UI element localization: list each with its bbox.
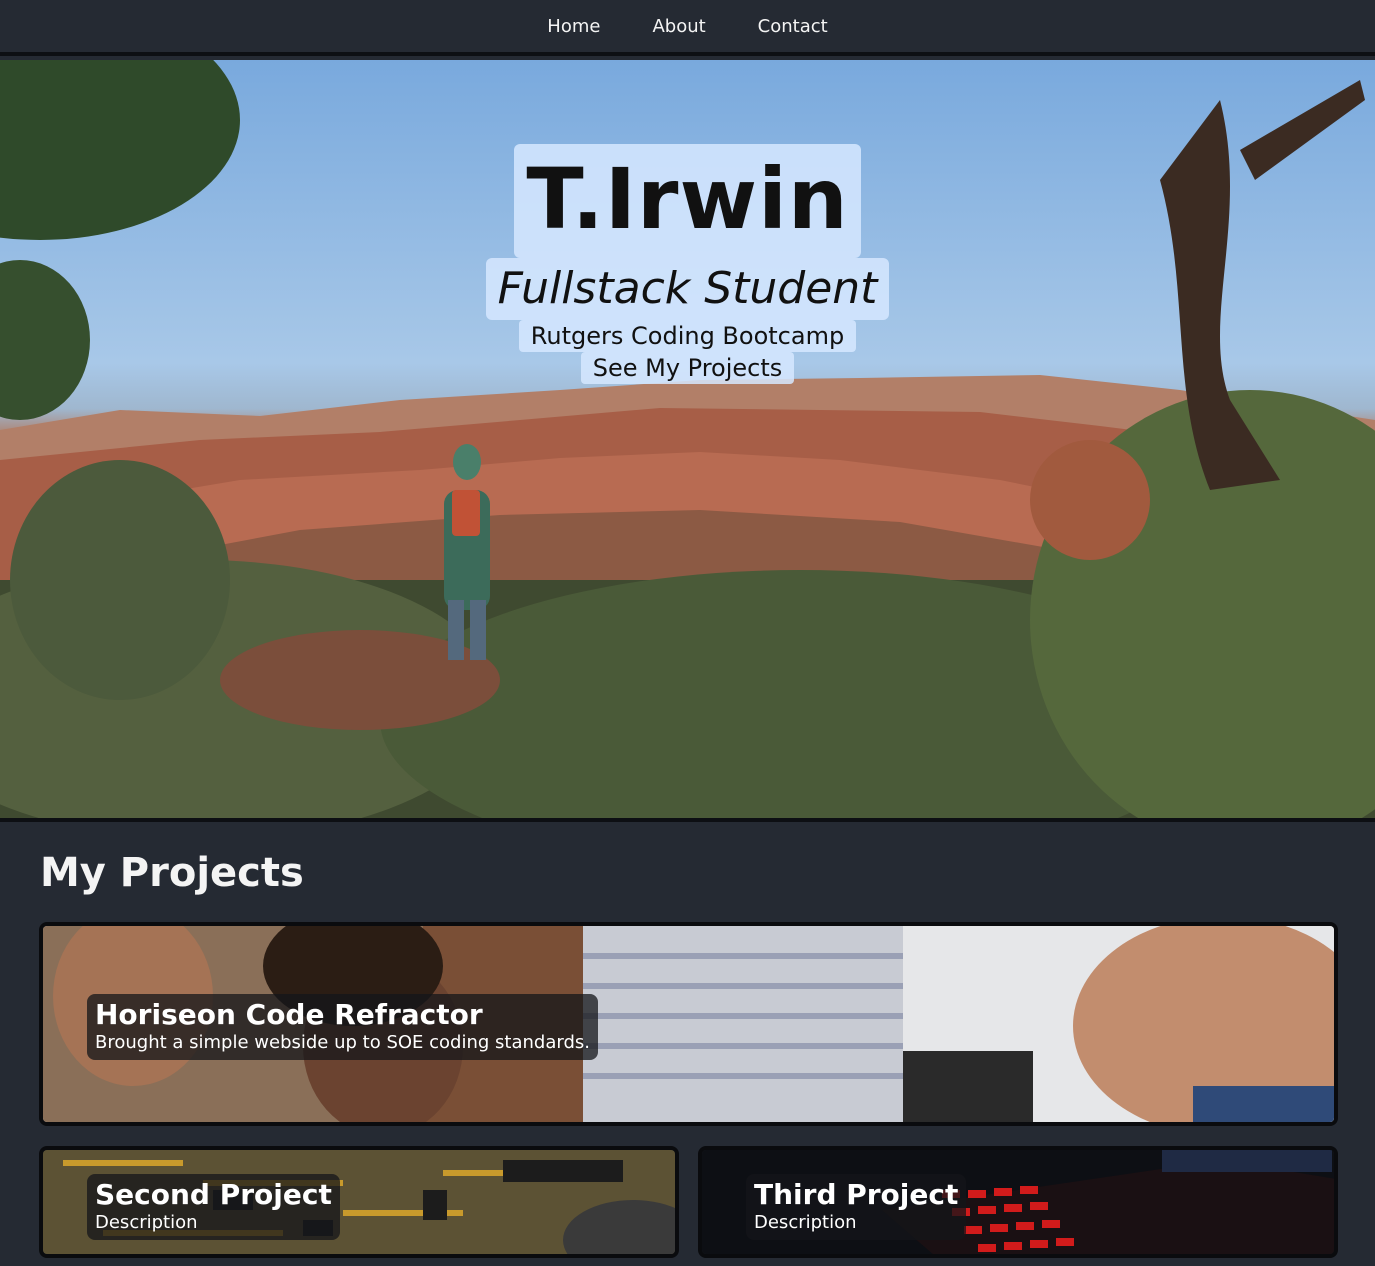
project-card-second[interactable]: Second Project Description (39, 1146, 679, 1258)
hero-title: T.Irwin (514, 144, 861, 258)
project-description: Brought a simple webside up to SOE codin… (95, 1032, 590, 1053)
nav-about-link[interactable]: About (650, 12, 707, 41)
project-caption: Second Project Description (87, 1174, 340, 1240)
project-description: Description (754, 1212, 857, 1233)
project-description: Description (95, 1212, 198, 1233)
projects-heading: My Projects (40, 850, 304, 896)
project-title: Second Project (95, 1178, 332, 1211)
nav-contact-link[interactable]: Contact (756, 12, 830, 41)
hero-school: Rutgers Coding Bootcamp (518, 320, 857, 352)
see-projects-link[interactable]: See My Projects (580, 352, 795, 384)
hero-banner: T.Irwin Fullstack Student Rutgers Coding… (0, 60, 1375, 822)
project-caption: Third Project Description (746, 1174, 967, 1240)
hero-text-block: T.Irwin Fullstack Student Rutgers Coding… (0, 144, 1375, 384)
project-card-third[interactable]: Third Project Description (698, 1146, 1338, 1258)
project-caption: Horiseon Code Refractor Brought a simple… (87, 994, 598, 1060)
top-nav: Home About Contact (0, 0, 1375, 56)
hero-subtitle: Fullstack Student (485, 258, 890, 320)
nav-home-link[interactable]: Home (545, 12, 602, 41)
project-card-horiseon[interactable]: Horiseon Code Refractor Brought a simple… (39, 922, 1338, 1126)
project-title: Third Project (754, 1178, 959, 1211)
project-title: Horiseon Code Refractor (95, 998, 483, 1031)
